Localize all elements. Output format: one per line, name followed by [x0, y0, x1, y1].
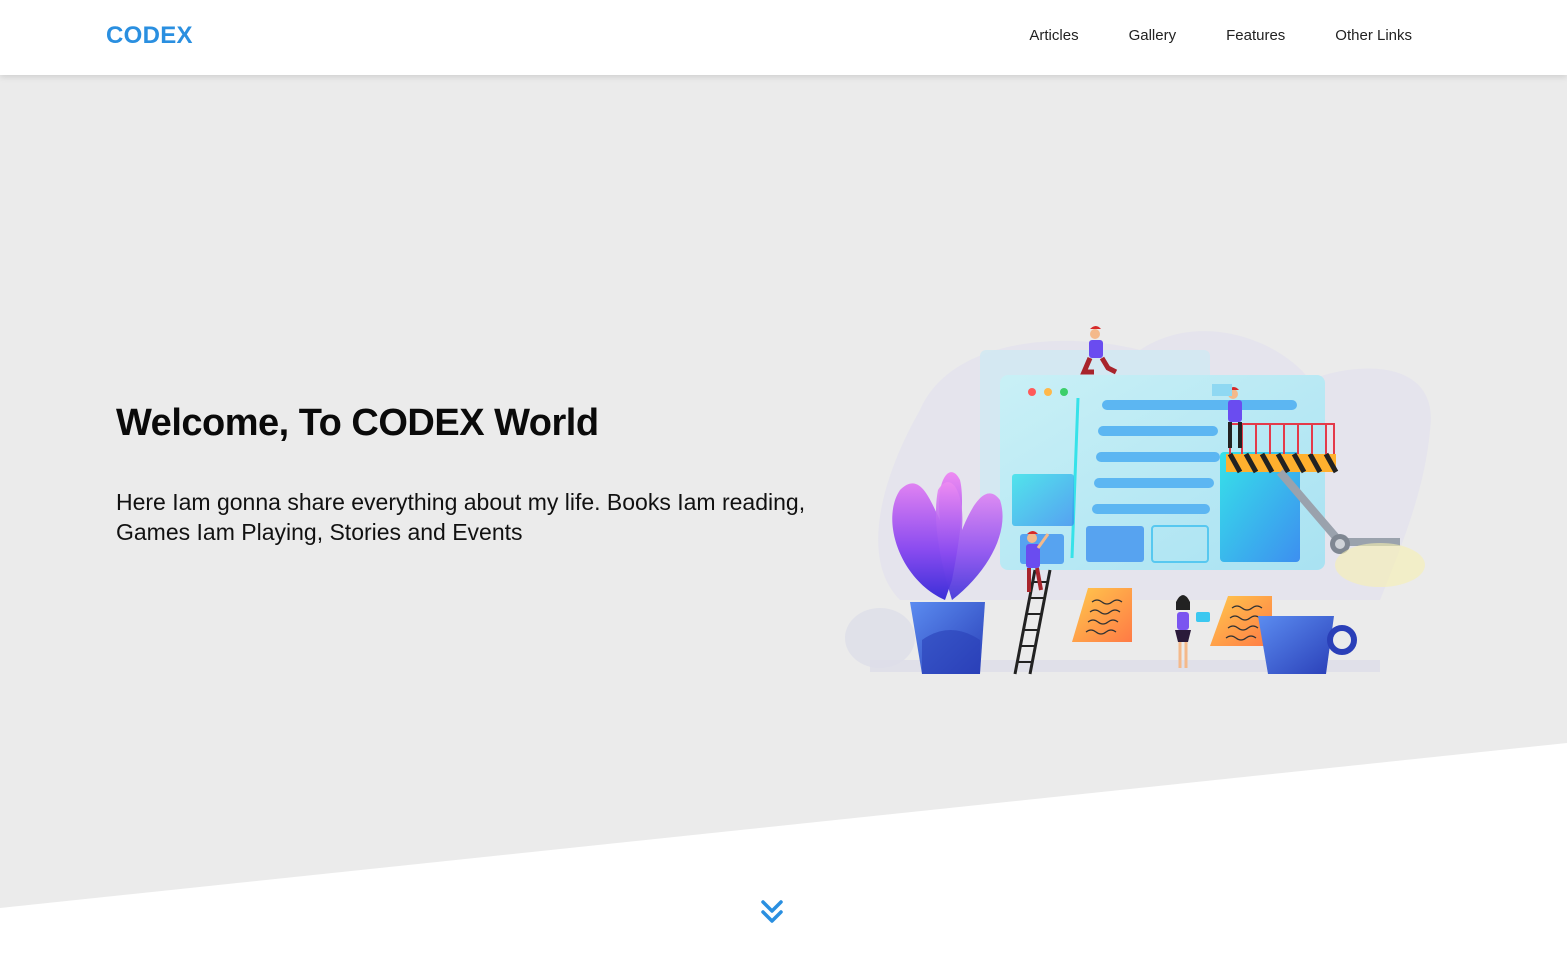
nav-item-gallery[interactable]: Gallery	[1129, 27, 1177, 44]
brand-logo[interactable]: CODEX	[106, 22, 193, 50]
hero-description: Here Iam gonna share everything about my…	[116, 489, 806, 545]
nav-item-features[interactable]: Features	[1226, 27, 1285, 44]
nav-links: Articles Gallery Features Other Links	[1029, 27, 1412, 44]
top-navbar: CODEX Articles Gallery Features Other Li…	[0, 0, 1567, 75]
double-chevron-down-icon[interactable]	[759, 898, 785, 926]
nav-item-articles[interactable]: Articles	[1029, 27, 1078, 44]
nav-item-other-links[interactable]: Other Links	[1335, 27, 1412, 44]
hero-title: Welcome, To CODEX World	[116, 402, 599, 444]
web-development-illustration	[845, 326, 1431, 675]
